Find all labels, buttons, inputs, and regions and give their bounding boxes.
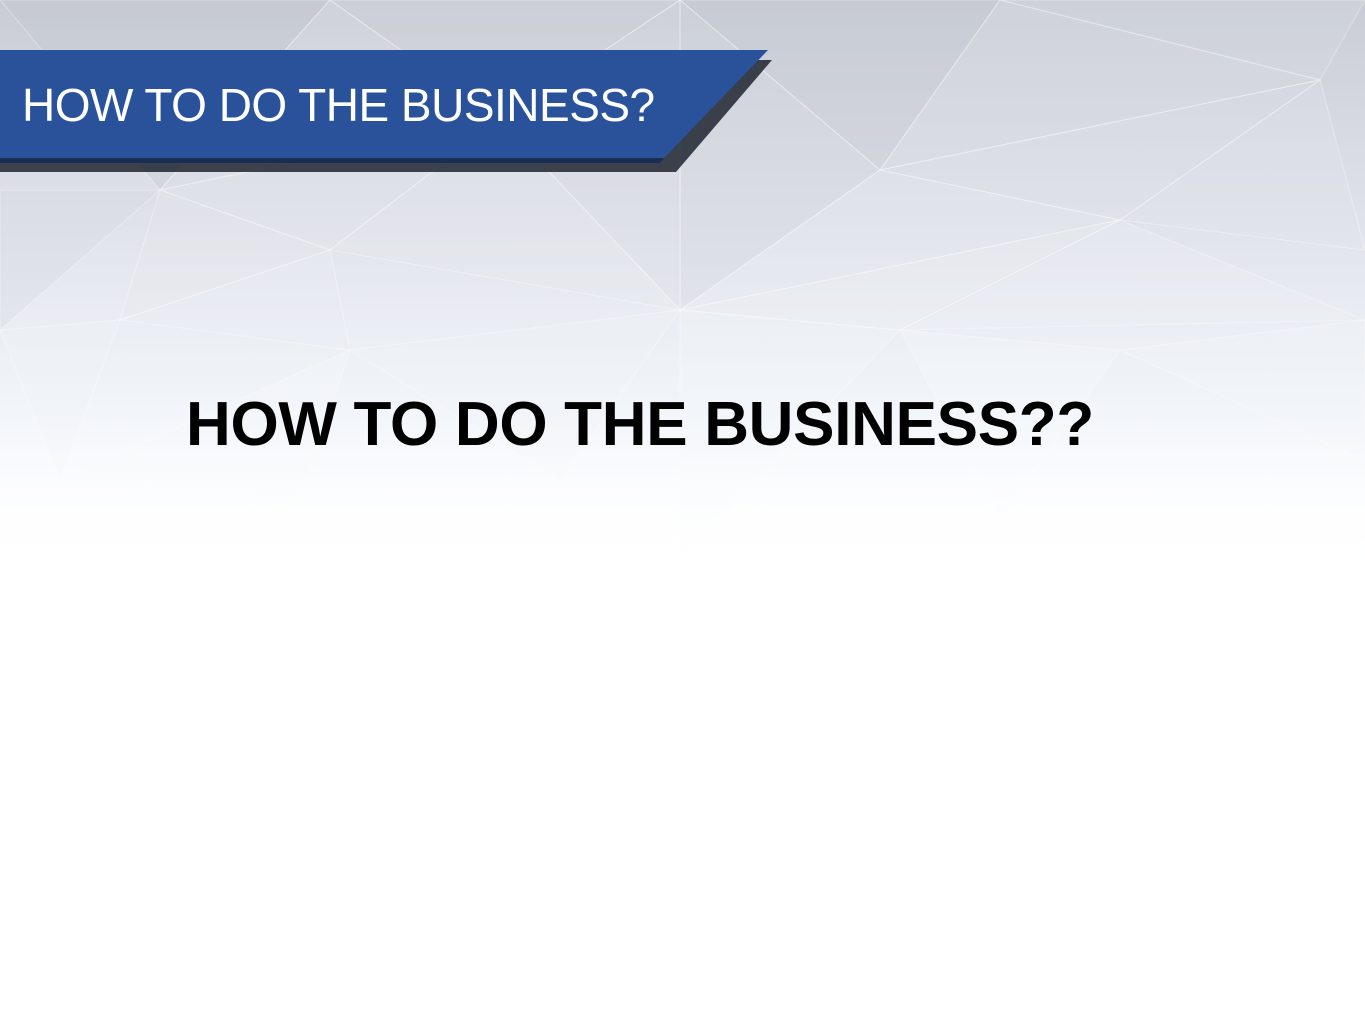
title-banner: HOW TO DO THE BUSINESS? bbox=[0, 50, 780, 175]
banner-title: HOW TO DO THE BUSINESS? bbox=[22, 79, 655, 131]
slide: HOW TO DO THE BUSINESS? HOW TO DO THE BU… bbox=[0, 0, 1365, 1023]
slide-heading: HOW TO DO THE BUSINESS?? bbox=[186, 390, 1094, 459]
